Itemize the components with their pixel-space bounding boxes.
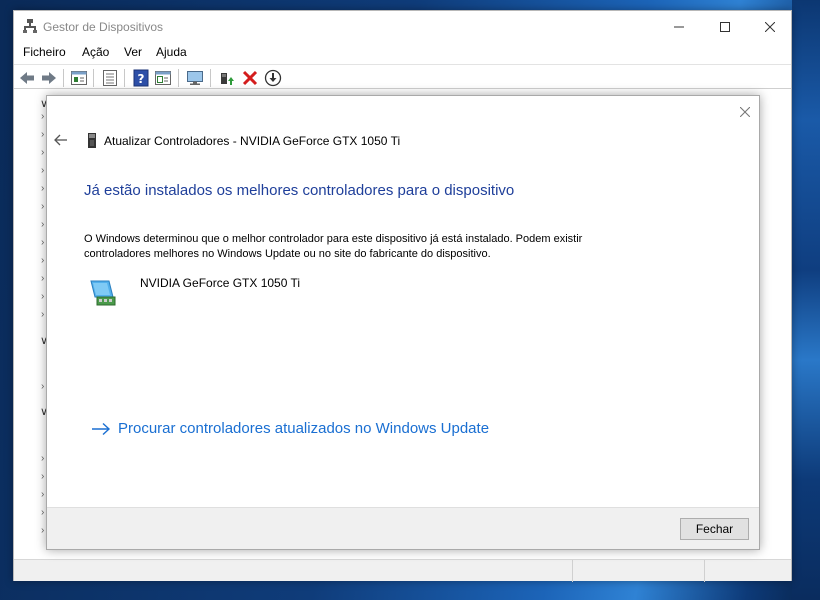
- dialog-footer: Fechar: [47, 507, 759, 549]
- dialog-close-button[interactable]: [734, 101, 756, 123]
- dialog-title: Atualizar Controladores - NVIDIA GeForce…: [104, 134, 401, 148]
- tree-collapsed-icon[interactable]: ›: [41, 453, 44, 464]
- tree-collapsed-icon[interactable]: ›: [41, 291, 44, 302]
- tree-collapsed-icon[interactable]: ›: [41, 507, 44, 518]
- maximize-button[interactable]: [702, 11, 748, 42]
- close-window-button[interactable]: [747, 11, 793, 42]
- help-icon[interactable]: ?: [132, 69, 150, 87]
- toolbar-separator: [124, 69, 125, 87]
- forward-icon[interactable]: [40, 69, 58, 87]
- tree-collapsed-icon[interactable]: ›: [41, 471, 44, 482]
- uninstall-icon[interactable]: [241, 69, 259, 87]
- close-icon: [765, 21, 775, 32]
- menu-acao[interactable]: Ação: [82, 45, 109, 59]
- tree-collapsed-icon[interactable]: ›: [41, 219, 44, 230]
- maximize-icon: [720, 21, 730, 32]
- status-bar: [14, 559, 791, 582]
- menu-bar: Ficheiro Ação Ver Ajuda: [14, 42, 791, 63]
- list-icon[interactable]: [101, 69, 119, 87]
- tree-collapsed-icon[interactable]: ›: [41, 525, 44, 536]
- tree-collapsed-icon[interactable]: ›: [41, 147, 44, 158]
- fechar-button[interactable]: Fechar: [680, 518, 749, 540]
- tree-collapsed-icon[interactable]: ›: [41, 381, 44, 392]
- back-icon[interactable]: [18, 69, 36, 87]
- dialog-heading: Já estão instalados os melhores controla…: [84, 182, 515, 199]
- windows-update-link[interactable]: Procurar controladores atualizados no Wi…: [91, 420, 489, 437]
- window-title: Gestor de Dispositivos: [43, 20, 164, 34]
- status-pane-divider: [572, 560, 573, 582]
- tree-collapsed-icon[interactable]: ›: [41, 111, 44, 122]
- windows-update-link-label: Procurar controladores atualizados no Wi…: [118, 420, 490, 437]
- status-pane-divider: [704, 560, 705, 582]
- title-bar: Gestor de Dispositivos: [14, 11, 791, 42]
- arrow-right-icon: [92, 422, 111, 435]
- tree-collapsed-icon[interactable]: ›: [41, 165, 44, 176]
- properties-icon[interactable]: [70, 69, 88, 87]
- tree-collapsed-icon[interactable]: ›: [41, 237, 44, 248]
- tree-collapsed-icon[interactable]: ›: [41, 489, 44, 500]
- menu-ficheiro[interactable]: Ficheiro: [23, 45, 66, 59]
- close-icon: [740, 107, 750, 117]
- toolbar: ?: [14, 64, 791, 89]
- back-arrow-icon[interactable]: [53, 132, 69, 148]
- graphics-card-icon: [88, 133, 96, 148]
- toolbar-separator: [178, 69, 179, 87]
- toolbar-separator: [210, 69, 211, 87]
- monitor-icon[interactable]: [186, 69, 204, 87]
- tree-collapsed-icon[interactable]: ›: [41, 273, 44, 284]
- view-icon[interactable]: [154, 69, 172, 87]
- svg-text:?: ?: [138, 72, 145, 86]
- tree-collapsed-icon[interactable]: ›: [41, 183, 44, 194]
- menu-ajuda[interactable]: Ajuda: [156, 45, 187, 59]
- tree-collapsed-icon[interactable]: ›: [41, 129, 44, 140]
- update-driver-icon[interactable]: [218, 69, 236, 87]
- tree-collapsed-icon[interactable]: ›: [41, 309, 44, 320]
- update-drivers-dialog: Atualizar Controladores - NVIDIA GeForce…: [46, 95, 760, 550]
- menu-ver[interactable]: Ver: [124, 45, 142, 59]
- device-name: NVIDIA GeForce GTX 1050 Ti: [140, 276, 301, 290]
- download-icon[interactable]: [264, 69, 282, 87]
- toolbar-separator: [93, 69, 94, 87]
- device-manager-app-icon: [23, 19, 37, 33]
- desktop-light-beam: [792, 0, 820, 600]
- minimize-icon: [674, 26, 684, 27]
- tree-collapsed-icon[interactable]: ›: [41, 201, 44, 212]
- tree-collapsed-icon[interactable]: ›: [41, 255, 44, 266]
- dialog-description: O Windows determinou que o melhor contro…: [84, 233, 583, 260]
- minimize-button[interactable]: [656, 11, 702, 42]
- display-adapter-icon: [90, 280, 116, 306]
- toolbar-separator: [63, 69, 64, 87]
